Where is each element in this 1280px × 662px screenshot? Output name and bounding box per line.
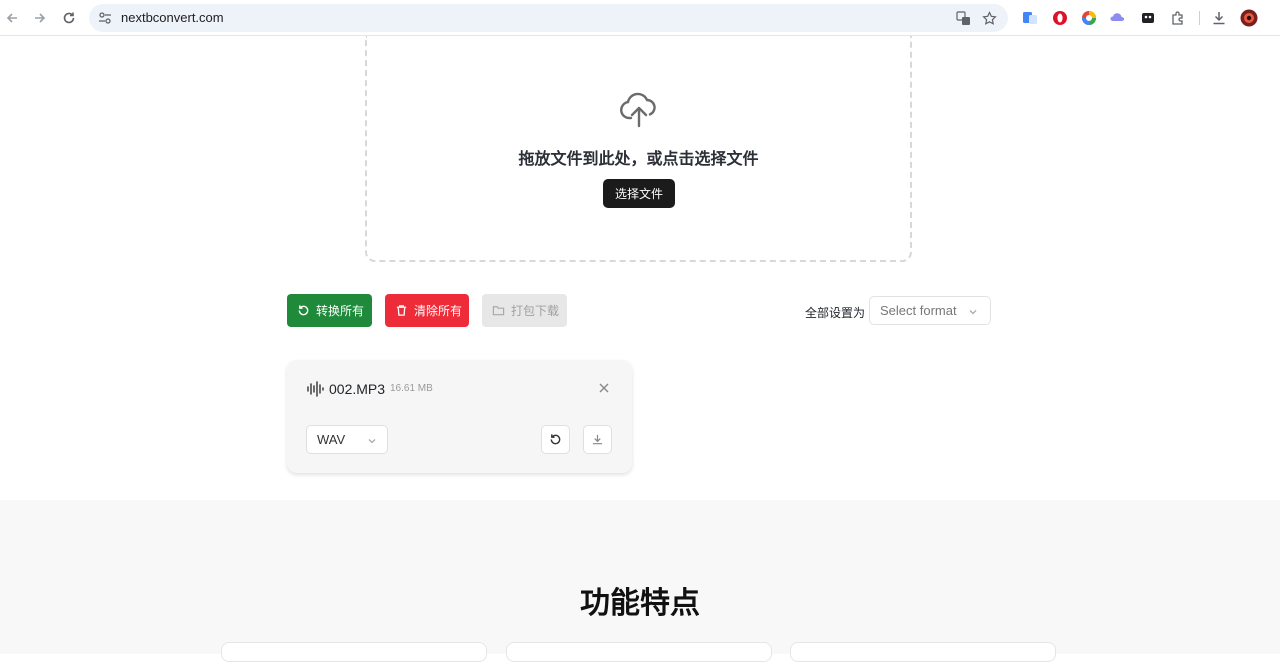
profile-avatar-icon[interactable] [1240,9,1258,27]
refresh-icon [549,433,562,446]
zip-download-button[interactable]: 打包下载 [482,294,567,327]
clear-all-label: 清除所有 [414,304,463,318]
browser-toolbar: nextbconvert.com [0,0,1280,36]
features-section: 功能特点 [0,500,1280,662]
download-icon [591,433,604,446]
trash-icon [395,304,408,317]
file-format-value: WAV [317,432,346,447]
file-format-select[interactable]: WAV [306,425,388,454]
reload-icon[interactable] [59,8,79,28]
download-icon[interactable] [1210,9,1228,27]
url-text[interactable]: nextbconvert.com [121,10,224,25]
close-icon[interactable] [596,380,612,396]
convert-all-label: 转换所有 [316,304,365,318]
extensions-puzzle-icon[interactable] [1169,9,1187,27]
bookmark-star-icon[interactable] [981,10,997,26]
cloud-extension-icon[interactable] [1109,9,1127,27]
opera-extension-icon[interactable] [1051,9,1069,27]
site-settings-icon[interactable] [97,10,113,26]
download-file-button[interactable] [583,425,612,454]
feature-card [221,642,487,662]
audio-waveform-icon [306,381,324,397]
feature-card [790,642,1056,662]
forward-arrow-icon[interactable] [30,8,50,28]
zip-download-label: 打包下载 [511,304,560,318]
convert-all-button[interactable]: 转换所有 [287,294,372,327]
color-wheel-extension-icon[interactable] [1080,9,1098,27]
file-size: 16.61 MB [390,383,433,394]
features-title: 功能特点 [580,587,700,620]
back-arrow-icon[interactable] [2,8,22,28]
select-file-button[interactable]: 选择文件 [603,179,675,208]
feature-card [506,642,772,662]
cloud-upload-icon [619,92,659,128]
folder-icon [492,304,505,317]
dropzone-prompt: 拖放文件到此处，或点击选择文件 [518,151,759,168]
clear-all-button[interactable]: 清除所有 [385,294,469,327]
global-format-select[interactable]: Select format [869,296,991,325]
file-name: 002.MP3 [329,381,386,397]
refresh-icon [297,304,310,317]
file-item-card: 002.MP3 16.61 MB WAV [287,360,632,473]
address-bar[interactable]: nextbconvert.com [89,4,1008,32]
translate-icon[interactable] [955,10,971,26]
format-placeholder: Select format [880,303,957,318]
monster-extension-icon[interactable] [1139,9,1157,27]
chevron-down-icon [968,305,978,320]
set-all-label: 全部设置为 [805,306,866,320]
convert-file-button[interactable] [541,425,570,454]
toolbar-divider [1199,11,1200,25]
chevron-down-icon [367,434,377,449]
google-translate-extension-icon[interactable] [1021,9,1039,27]
